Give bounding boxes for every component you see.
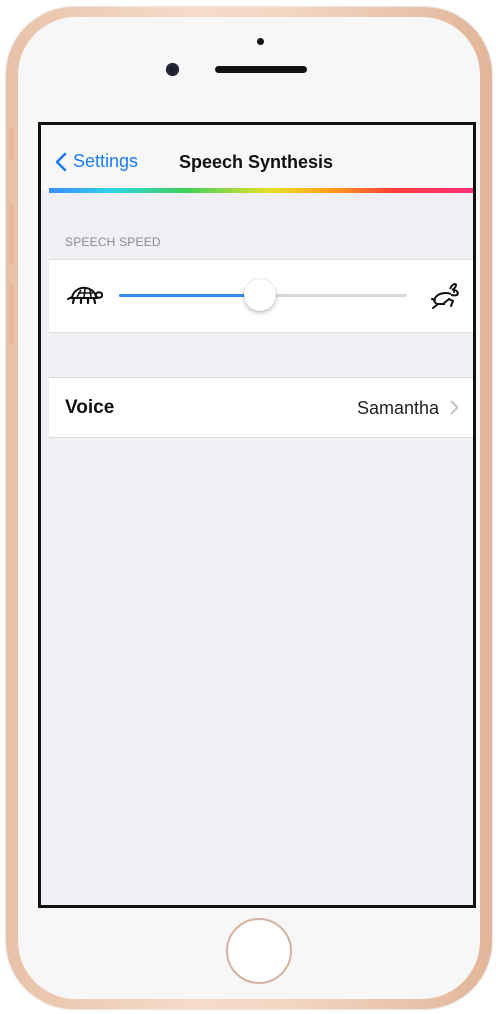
speech-speed-slider-fill — [119, 294, 261, 297]
home-button[interactable] — [226, 918, 292, 984]
chevron-left-icon — [55, 152, 67, 171]
back-button[interactable]: Settings — [55, 151, 138, 172]
front-camera — [166, 63, 179, 76]
silent-switch — [9, 127, 14, 161]
rainbow-accent-bar — [49, 188, 473, 193]
speech-speed-cell — [49, 259, 473, 333]
back-button-label: Settings — [73, 151, 139, 171]
chevron-right-icon — [450, 400, 459, 415]
proximity-sensor — [257, 38, 264, 45]
voice-label: Voice — [65, 397, 115, 418]
app-screen: Settings Speech Synthesis SPEECH SPEED V… — [38, 122, 476, 908]
voice-row[interactable]: Voice Samantha — [49, 377, 473, 438]
earpiece-speaker — [215, 66, 307, 73]
page-title: Speech Synthesis — [179, 152, 334, 172]
speech-speed-slider-thumb[interactable] — [244, 279, 277, 311]
voice-value: Samantha — [356, 398, 439, 418]
navigation-bar: Settings Speech Synthesis — [41, 125, 473, 190]
volume-up-button — [9, 203, 14, 265]
speech-speed-slider[interactable] — [119, 279, 407, 311]
volume-down-button — [9, 283, 14, 345]
section-header-speech-speed: SPEECH SPEED — [65, 235, 161, 249]
rabbit-icon — [431, 283, 459, 309]
turtle-icon — [67, 286, 103, 305]
